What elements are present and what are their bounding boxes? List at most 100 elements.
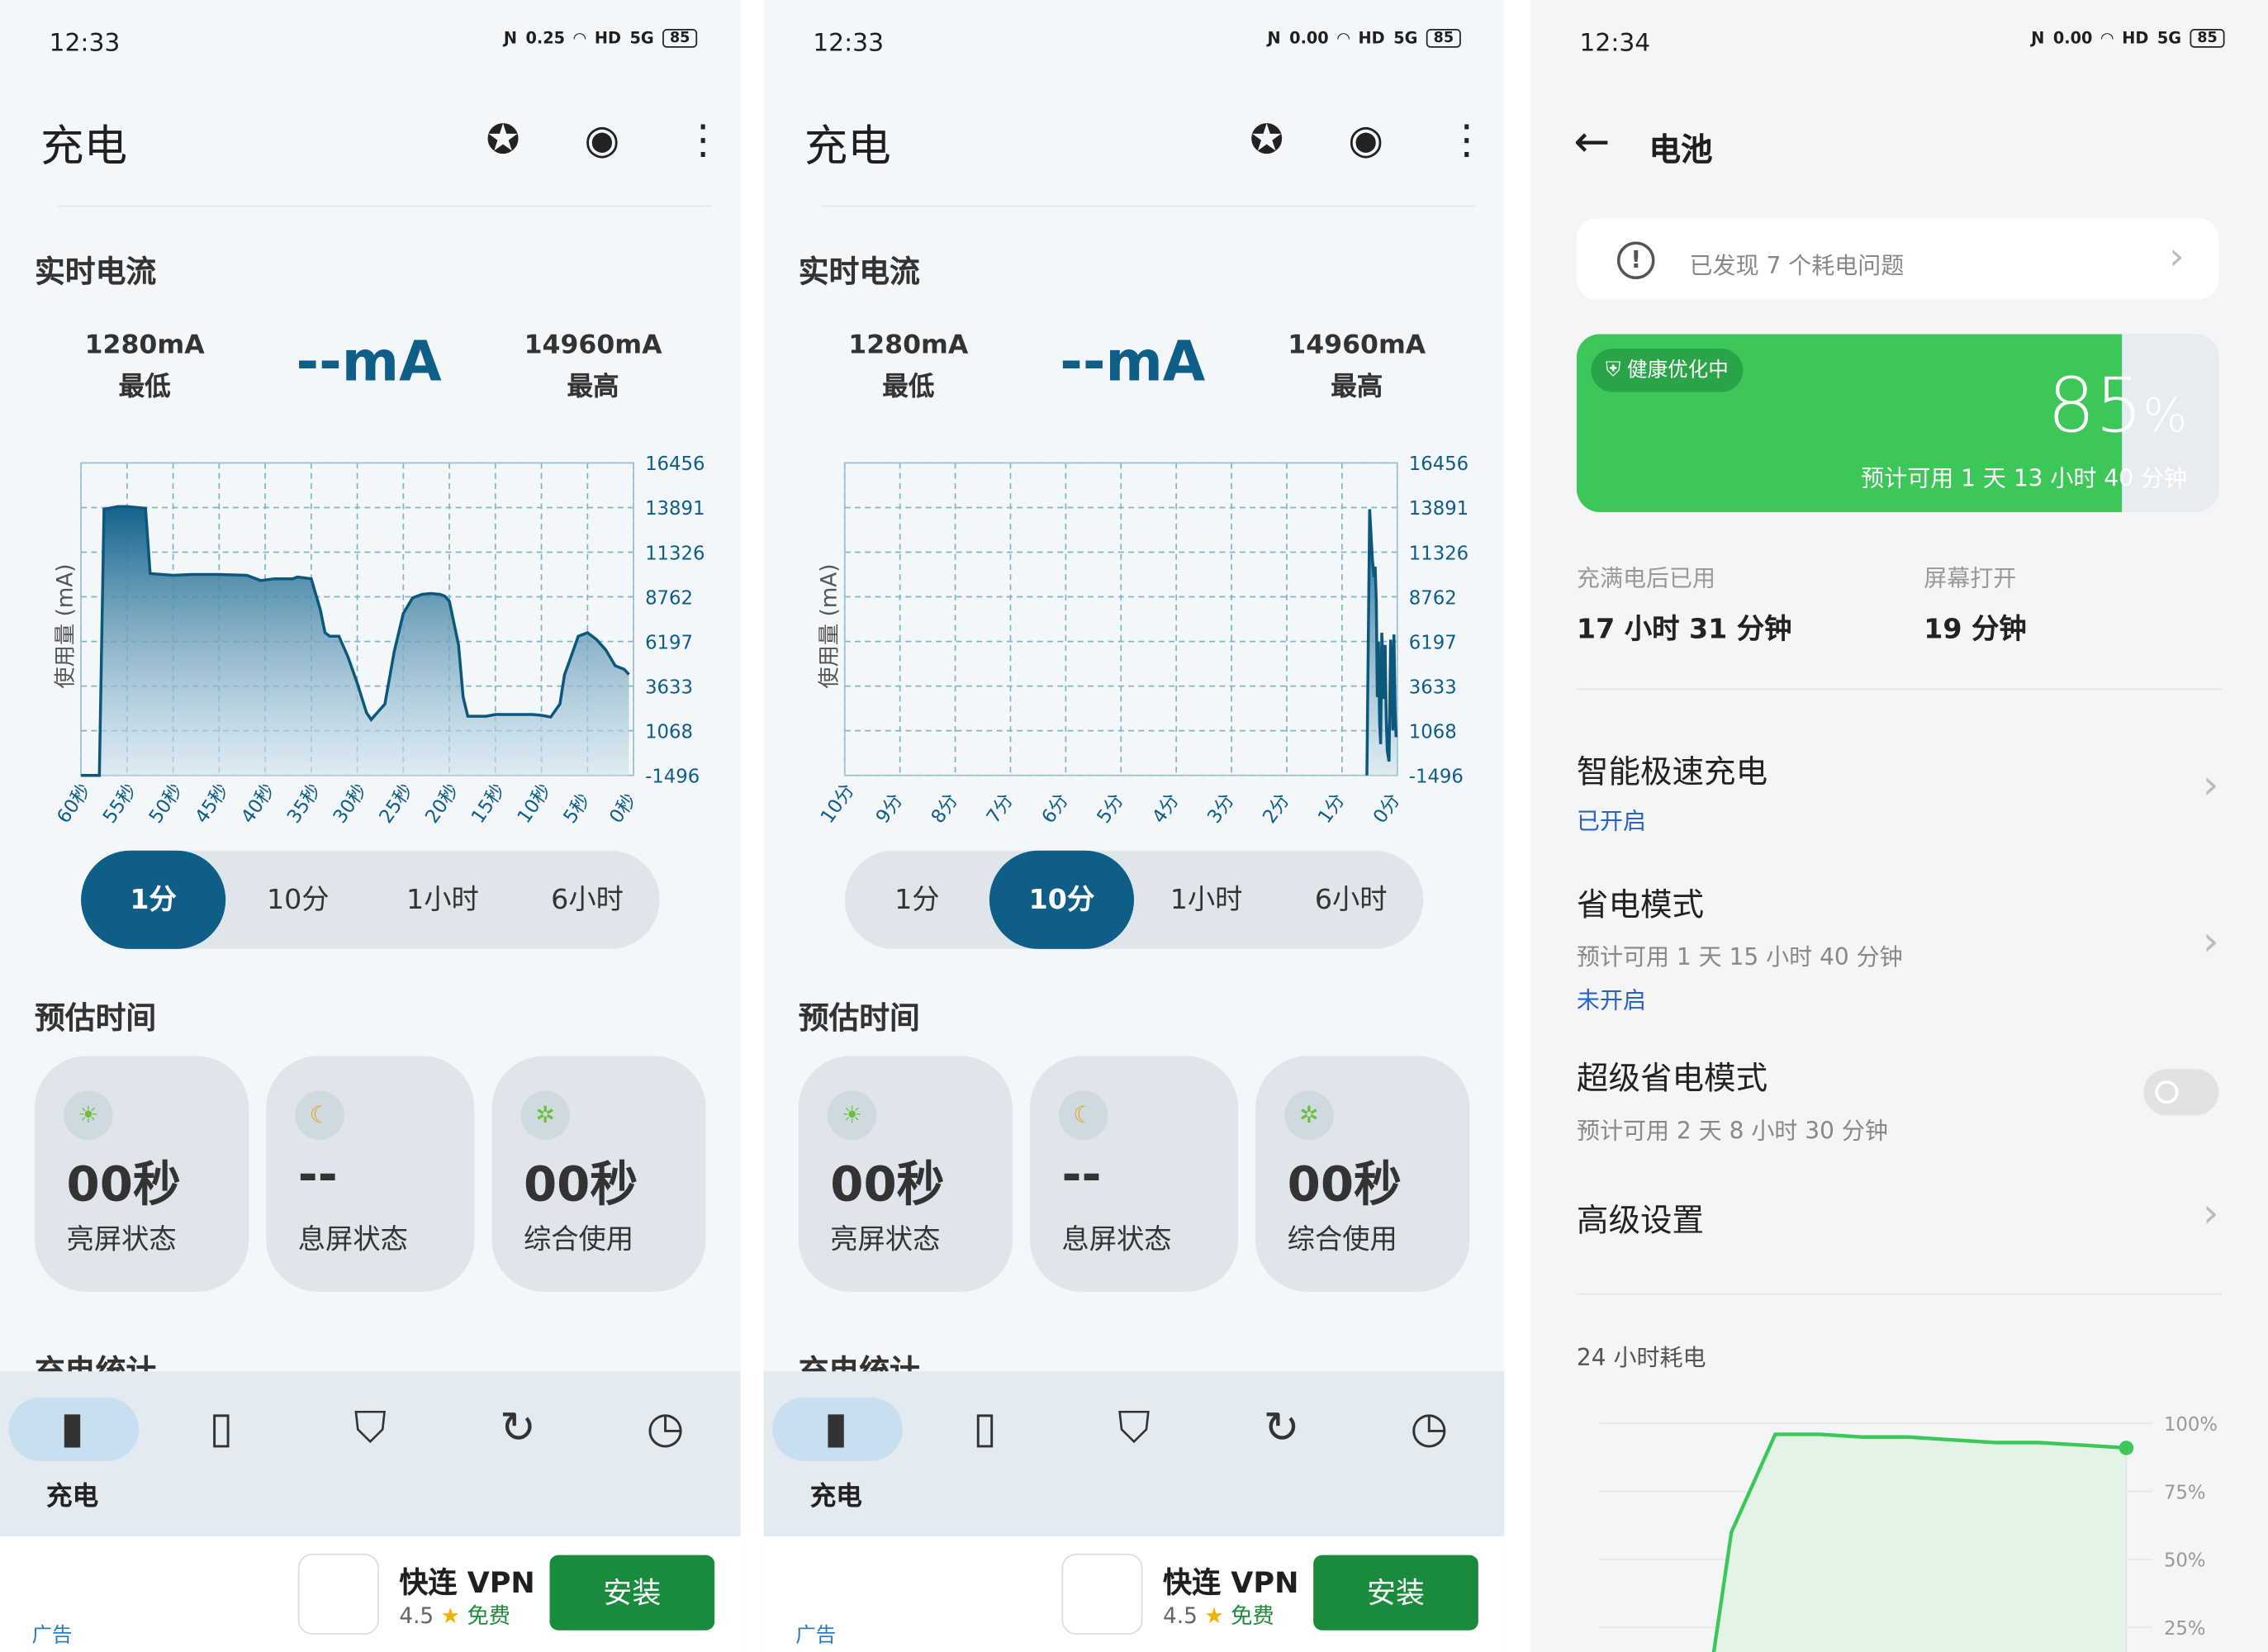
range-tab-1hour[interactable]: 1小时 (1134, 851, 1279, 949)
range-tab-1min[interactable]: 1分 (81, 850, 226, 949)
bolt-cycle-icon: ↻ (1263, 1403, 1300, 1455)
min-current: 1280mA 最低 (848, 330, 969, 402)
x-tick-label: 10分 (817, 780, 859, 827)
y-tick-label: 6197 (1409, 632, 1457, 653)
nav-shield[interactable]: ⛉ (298, 1371, 443, 1536)
range-tab-1hour[interactable]: 1小时 (370, 851, 515, 949)
y-tick-label: 16456 (1409, 453, 1469, 475)
y-tick-label: 1068 (645, 721, 693, 743)
x-tick-label: 4分 (1148, 790, 1184, 827)
super-power-saving-toggle[interactable] (2143, 1069, 2219, 1116)
realtime-heading: 实时电流 (35, 254, 157, 290)
usage-24h-chart: 100% 75% 50% 25% (1599, 1414, 2218, 1652)
x-tick-label: 0秒 (605, 790, 641, 827)
page-title: 电池 (1649, 133, 1713, 169)
battery-settings-panel: 12:34 Ɲ 0.00 ◠ HD 5G 85 ← 电池 ! 已发现 7 个耗电… (1530, 0, 2268, 1652)
nav-bolt-cycle[interactable]: ↻ (445, 1371, 590, 1536)
medal-icon[interactable]: ✪ (486, 116, 520, 165)
nav-bolt-cycle[interactable]: ↻ (1209, 1371, 1354, 1536)
usage-area (1714, 1434, 2127, 1652)
battery-estimate: 预计可用 1 天 13 小时 40 分钟 (1861, 464, 2187, 492)
app-logo[interactable] (1061, 1553, 1143, 1635)
wifi-icon: ◠ (1337, 29, 1350, 48)
y-tick-label: 100% (2164, 1414, 2218, 1436)
power-saving-row[interactable]: 省电模式 预计可用 1 天 15 小时 40 分钟 未开启 (1577, 880, 1903, 1016)
screen-off-card: ☾ -- 息屏状态 (1029, 1056, 1239, 1292)
chevron-right-icon: › (2202, 1189, 2219, 1237)
signal-icon: 5G (1393, 29, 1418, 48)
status-time: 12:34 (1579, 29, 1651, 59)
star-icon: ★ (440, 1602, 461, 1629)
y-axis-title: 使用量 (mA) (817, 564, 842, 689)
moon-icon: ☾ (295, 1090, 344, 1141)
y-tick-label: 75% (2164, 1482, 2206, 1503)
x-tick-label: 35秒 (283, 780, 325, 827)
x-tick-label: 55秒 (99, 780, 141, 827)
range-tab-6hour[interactable]: 6小时 (1279, 851, 1423, 949)
sun-icon: ☀ (827, 1090, 877, 1141)
battery-indicator: 85 (1426, 29, 1461, 48)
ad-app-name[interactable]: 快连 VPN (399, 1559, 534, 1602)
x-tick-label: 15秒 (467, 780, 510, 827)
charge-panel-10min: 12:33 Ɲ 0.00 ◠ HD 5G 85 充电 ✪ ◉ ⋮ 实时电流 12… (763, 0, 1505, 1652)
net-speed: 0.00 (2052, 29, 2093, 48)
battery-indicator: 85 (662, 29, 698, 48)
more-menu-icon[interactable]: ⋮ (683, 116, 724, 165)
install-button[interactable]: 安装 (549, 1555, 715, 1631)
range-tab-1min[interactable]: 1分 (845, 851, 989, 949)
more-menu-icon[interactable]: ⋮ (1446, 116, 1487, 165)
super-power-saving-row: 超级省电模式 预计可用 2 天 8 小时 30 分钟 (1576, 1061, 1888, 1145)
current-chart: 16456 13891 11326 8762 6197 3633 1068 -1496 10分 9… (817, 453, 1469, 828)
nav-charge[interactable]: ▮ 充电 (764, 1371, 909, 1536)
net-speed: 0.25 (525, 29, 566, 48)
install-button[interactable]: 安装 (1313, 1555, 1478, 1631)
battery-icon: ▯ (209, 1403, 234, 1455)
x-tick-label: 5分 (1093, 790, 1128, 827)
nfc-icon: Ɲ (1267, 29, 1281, 48)
status-time: 12:33 (49, 29, 121, 59)
power-issues-row[interactable]: ! 已发现 7 个耗电问题 › (1576, 218, 2219, 300)
x-tick-label: 50秒 (145, 780, 187, 827)
bottom-nav: 充电统计 ▮充电 ▯ ⛉ ↻ ◷ (0, 1354, 741, 1536)
range-tab-6hour[interactable]: 6小时 (515, 851, 659, 949)
advanced-settings-row[interactable]: 高级设置 (1577, 1195, 1704, 1241)
medal-icon[interactable]: ✪ (1250, 116, 1283, 165)
history-icon: ◷ (646, 1403, 685, 1455)
range-selector: 1分 10分 1小时 6小时 (844, 850, 1424, 949)
y-axis-title: 使用量 (mA) (54, 564, 78, 689)
status-bar: 12:33 Ɲ 0.00 ◠ HD 5G 85 (764, 0, 1505, 84)
hd-icon: HD (2122, 29, 2149, 48)
x-tick-label: 0分 (1369, 790, 1405, 827)
y-tick-label: 3633 (645, 676, 693, 698)
max-current: 14960mA 最高 (524, 330, 662, 402)
nav-history[interactable]: ◷ (593, 1371, 738, 1536)
thumbs-up-icon[interactable]: ◉ (1348, 116, 1383, 165)
nav-shield[interactable]: ⛉ (1061, 1371, 1206, 1536)
x-tick-label: 25秒 (375, 780, 417, 827)
range-tab-10min[interactable]: 10分 (989, 850, 1135, 949)
x-tick-label: 1分 (1314, 790, 1350, 827)
current-value: --mA (296, 330, 442, 394)
back-arrow-icon[interactable]: ← (1573, 121, 1610, 165)
nav-charge[interactable]: ▮ 充电 (0, 1371, 145, 1536)
charge-stats-heading: 充电统计 (35, 1351, 156, 1371)
health-badge: ⛨ 健康优化中 (1591, 349, 1744, 392)
ad-label: 广告 (31, 1624, 73, 1648)
nav-battery[interactable]: ▯ (913, 1371, 1057, 1536)
bolt-cycle-icon: ↻ (499, 1403, 536, 1455)
current-chart: 1645613891113268762619736331068-149660秒 5… (53, 453, 705, 828)
y-tick-label: 25% (2164, 1618, 2206, 1640)
charge-stats-heading: 充电统计 (799, 1351, 920, 1371)
smart-fast-charge-row[interactable]: 智能极速充电 已开启 (1577, 747, 1767, 837)
nav-history[interactable]: ◷ (1357, 1371, 1502, 1536)
screen-off-card: ☾ -- 息屏状态 (266, 1056, 475, 1292)
thumbs-up-icon[interactable]: ◉ (585, 116, 620, 165)
x-tick-label: 2分 (1259, 790, 1294, 827)
ad-rating: 4.5 ★ 免费 (399, 1602, 511, 1629)
range-tab-10min[interactable]: 10分 (225, 851, 370, 949)
mixed-use-card: ✲ 00秒 综合使用 (491, 1056, 706, 1292)
app-logo[interactable] (297, 1553, 379, 1635)
shield-check-icon: ⛨ (1605, 358, 1621, 382)
ad-app-name[interactable]: 快连 VPN (1163, 1559, 1298, 1602)
nav-battery[interactable]: ▯ (149, 1371, 293, 1536)
